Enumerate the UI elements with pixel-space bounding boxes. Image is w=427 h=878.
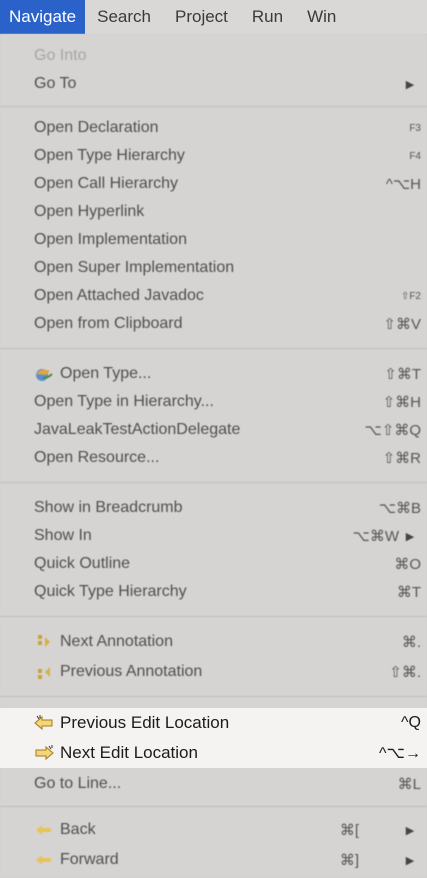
menu-item-label: JavaLeakTestActionDelegate xyxy=(34,421,241,438)
shortcut: ⌥⇧⌘Q xyxy=(364,422,421,439)
menu-item-show-in[interactable]: Show In ⌥⌘W ▶ xyxy=(0,522,427,550)
menu-item-label: Previous Annotation xyxy=(60,663,203,680)
menu-item-open-attached-javadoc[interactable]: Open Attached Javadoc ⇧F2 xyxy=(0,282,427,310)
submenu-arrow-icon: ▶ xyxy=(405,854,415,867)
menu-item-go-into: Go Into xyxy=(0,42,427,70)
next-annotation-icon xyxy=(34,633,54,651)
menu-item-show-in-breadcrumb[interactable]: Show in Breadcrumb ⌥⌘B xyxy=(0,494,427,522)
back-arrow-icon xyxy=(34,821,54,839)
menu-item-next-edit-location[interactable]: Next Edit Location ^⌥→ xyxy=(0,738,427,768)
menu-item-label: Open Type... xyxy=(60,365,152,382)
shortcut: ⌘T xyxy=(396,584,421,601)
menu-item-open-call-hierarchy[interactable]: Open Call Hierarchy ^⌥H xyxy=(0,170,427,198)
shortcut: ⇧⌘. xyxy=(389,664,421,681)
shortcut: ⇧F2 xyxy=(400,290,421,302)
menu-separator xyxy=(0,696,427,697)
shortcut: F3 xyxy=(409,122,421,134)
menu-navigate[interactable]: Navigate xyxy=(0,0,86,34)
menu-separator xyxy=(0,106,427,107)
previous-edit-location-icon xyxy=(34,714,54,732)
shortcut: ⌥⌘W xyxy=(352,528,399,545)
menu-item-back[interactable]: Back ⌘[ ▶ xyxy=(0,816,427,844)
menu-item-open-hyperlink[interactable]: Open Hyperlink xyxy=(0,198,427,226)
open-type-icon xyxy=(34,365,54,383)
menu-item-label: Open Type in Hierarchy... xyxy=(34,393,214,410)
menu-item-label: Back xyxy=(60,821,96,838)
menu-item-label: Next Annotation xyxy=(60,633,173,650)
menu-item-label: Quick Outline xyxy=(34,555,131,572)
menu-item-open-from-clipboard[interactable]: Open from Clipboard ⇧⌘V xyxy=(0,310,427,338)
menu-item-label: Show In xyxy=(34,527,92,544)
shortcut: ^⌥→ xyxy=(379,745,421,762)
shortcut: F4 xyxy=(409,150,421,162)
menu-project[interactable]: Project xyxy=(163,0,240,34)
menu-item-label: Quick Type Hierarchy xyxy=(34,583,187,600)
shortcut: ⌥⌘B xyxy=(378,500,421,517)
shortcut: ⌘[ xyxy=(339,822,359,839)
shortcut: ⇧⌘V xyxy=(383,316,421,333)
next-edit-location-icon xyxy=(34,744,54,762)
menu-separator xyxy=(0,482,427,483)
menu-item-label: Next Edit Location xyxy=(60,743,198,762)
menu-item-label: Open Attached Javadoc xyxy=(34,287,204,304)
menu-window[interactable]: Win xyxy=(295,0,348,34)
submenu-arrow-icon: ▶ xyxy=(405,530,415,543)
menu-separator xyxy=(0,616,427,617)
menu-item-quick-type-hierarchy[interactable]: Quick Type Hierarchy ⌘T xyxy=(0,578,427,606)
shortcut: ⌘. xyxy=(401,634,421,651)
submenu-arrow-icon: ▶ xyxy=(405,824,415,837)
menu-bar: Navigate Search Project Run Win xyxy=(0,0,427,35)
menu-item-go-to[interactable]: Go To ▶ xyxy=(0,70,427,98)
menu-item-open-type-in-hierarchy[interactable]: Open Type in Hierarchy... ⇧⌘H xyxy=(0,388,427,416)
menu-separator xyxy=(0,806,427,807)
menu-item-label: Go to Line... xyxy=(34,775,122,792)
menu-item-label: Show in Breadcrumb xyxy=(34,499,183,516)
menu-item-label: Go To xyxy=(34,75,77,92)
menu-item-quick-outline[interactable]: Quick Outline ⌘O xyxy=(0,550,427,578)
menu-item-label: Open Super Implementation xyxy=(34,259,235,276)
menu-item-forward[interactable]: Forward ⌘] ▶ xyxy=(0,846,427,874)
submenu-arrow-icon: ▶ xyxy=(405,78,415,91)
menu-run[interactable]: Run xyxy=(240,0,295,34)
shortcut: ⌘L xyxy=(397,776,421,793)
menu-item-label: Previous Edit Location xyxy=(60,713,230,732)
previous-annotation-icon xyxy=(34,663,54,681)
menu-item-label: Forward xyxy=(60,851,119,868)
forward-arrow-icon xyxy=(34,851,54,869)
shortcut: ⇧⌘R xyxy=(382,450,421,467)
menu-item-previous-edit-location[interactable]: Previous Edit Location ^Q xyxy=(0,708,427,738)
shortcut: ⌘O xyxy=(394,556,421,573)
menu-item-label: Open Declaration xyxy=(34,119,159,136)
menu-item-label: Open from Clipboard xyxy=(34,315,183,332)
menu-search[interactable]: Search xyxy=(85,0,163,34)
menu-item-open-super-implementation[interactable]: Open Super Implementation xyxy=(0,254,427,282)
menu-item-go-to-line[interactable]: Go to Line... ⌘L xyxy=(0,770,427,798)
menu-item-label: Open Resource... xyxy=(34,449,160,466)
menu-item-java-leak-test-action-delegate[interactable]: JavaLeakTestActionDelegate ⌥⇧⌘Q xyxy=(0,416,427,444)
menu-item-previous-annotation[interactable]: Previous Annotation ⇧⌘. xyxy=(0,658,427,686)
menu-item-open-declaration[interactable]: Open Declaration F3 xyxy=(0,114,427,142)
menu-item-next-annotation[interactable]: Next Annotation ⌘. xyxy=(0,628,427,656)
menu-separator xyxy=(0,348,427,349)
shortcut: ^⌥H xyxy=(385,176,421,193)
menu-item-open-type[interactable]: Open Type... ⇧⌘T xyxy=(0,360,427,388)
menu-item-label: Open Call Hierarchy xyxy=(34,175,179,192)
shortcut: ⌘] xyxy=(339,852,359,869)
menu-item-label: Open Hyperlink xyxy=(34,203,145,220)
menu-item-open-resource[interactable]: Open Resource... ⇧⌘R xyxy=(0,444,427,472)
menu-item-label: Open Implementation xyxy=(34,231,187,248)
shortcut: ⇧⌘H xyxy=(382,394,421,411)
shortcut: ⇧⌘T xyxy=(384,366,421,383)
menu-item-open-implementation[interactable]: Open Implementation xyxy=(0,226,427,254)
menu-item-label: Go Into xyxy=(34,47,87,64)
menu-item-label: Open Type Hierarchy xyxy=(34,147,185,164)
shortcut: ^Q xyxy=(401,714,421,731)
menu-item-open-type-hierarchy[interactable]: Open Type Hierarchy F4 xyxy=(0,142,427,170)
